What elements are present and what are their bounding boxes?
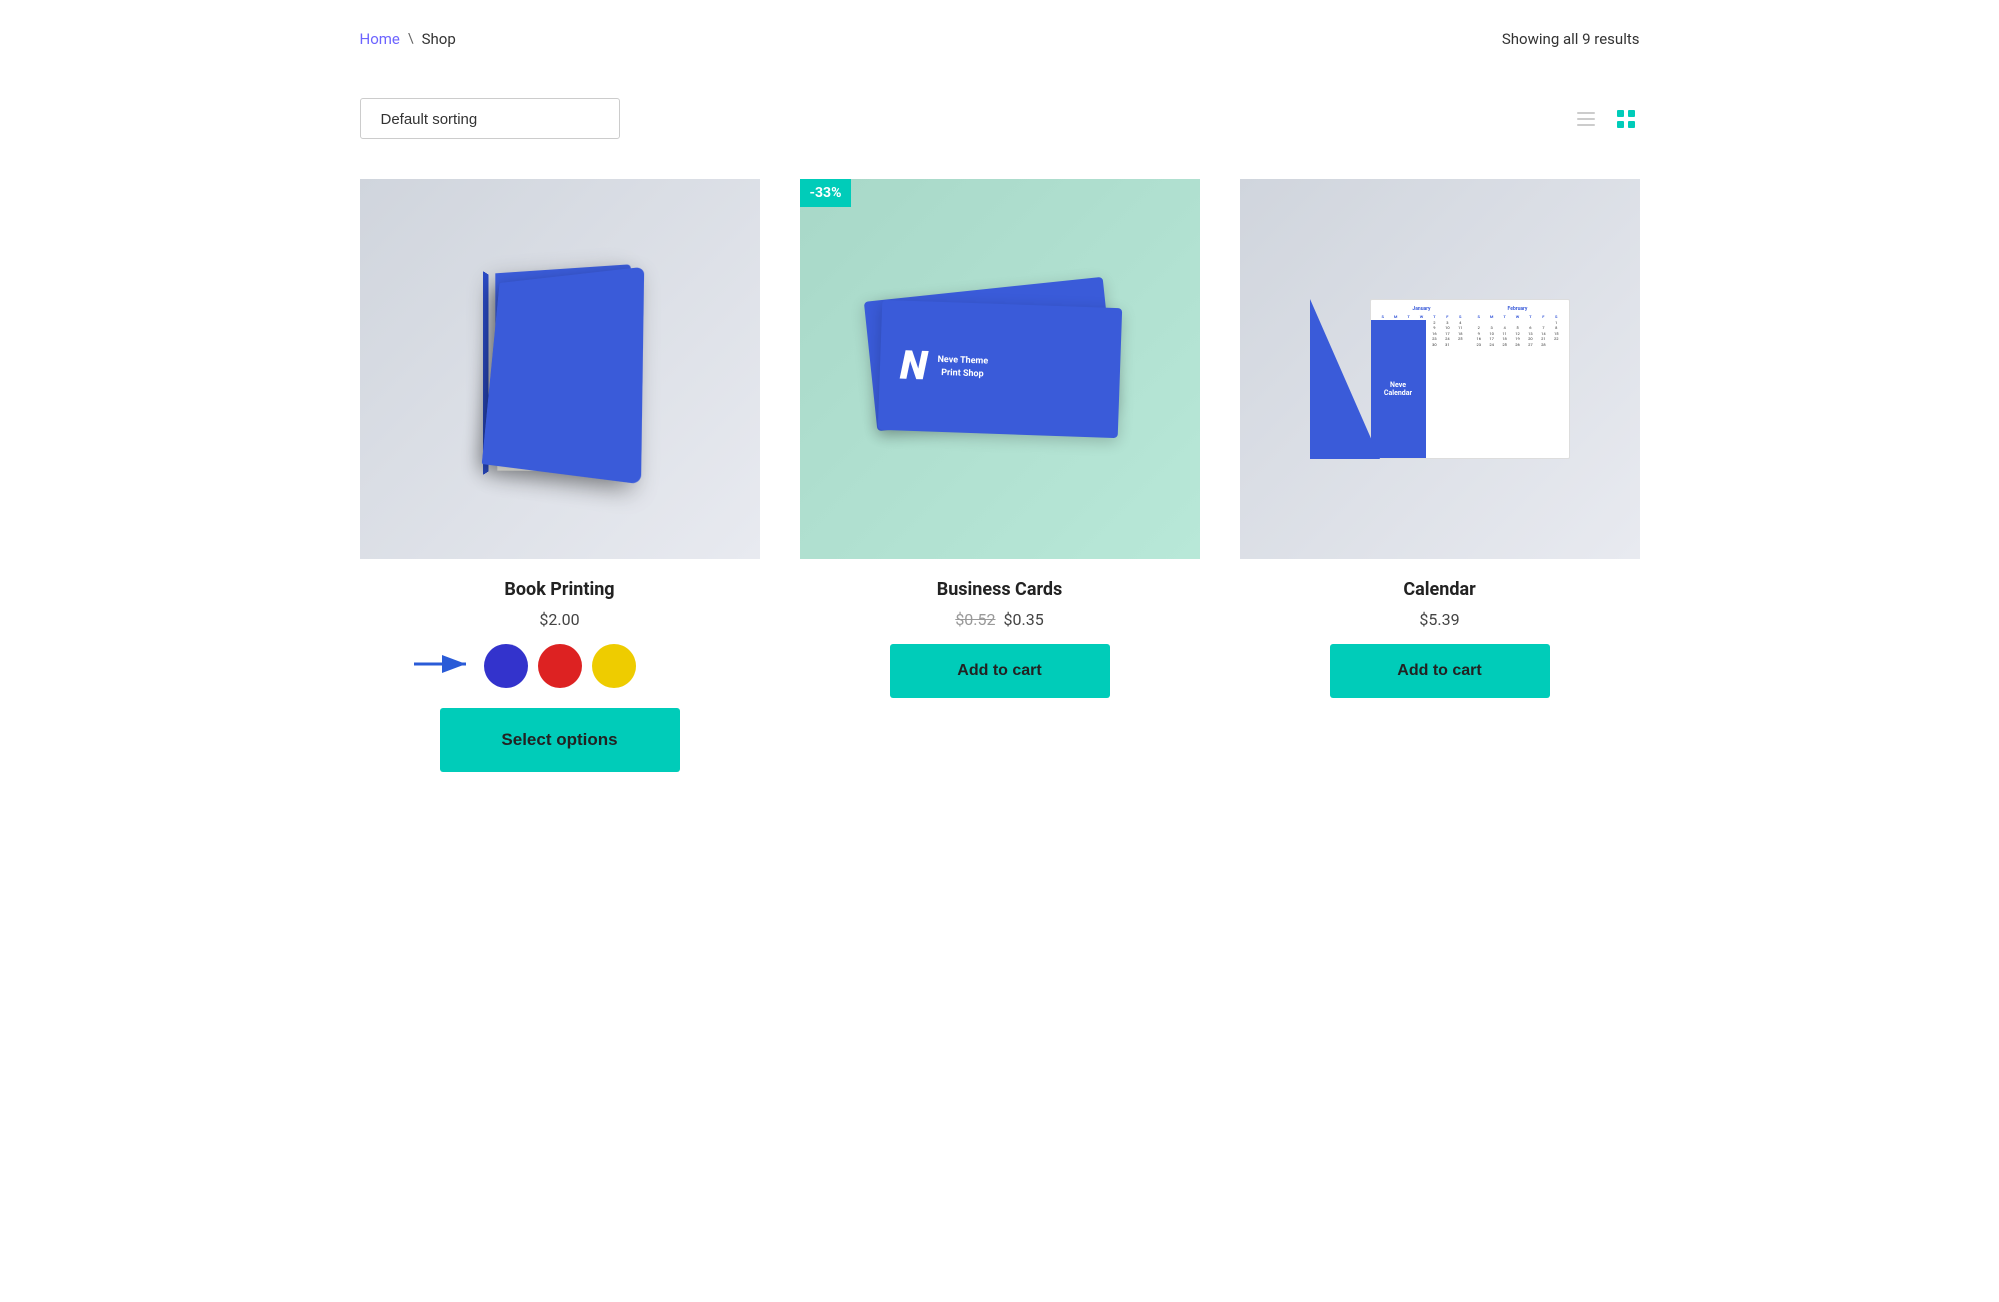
swatch-red[interactable]: [538, 644, 582, 688]
color-swatches-book-printing: [484, 644, 636, 688]
product-card-book-printing: N NevePrint ShopTheme Book Printing $2.0…: [360, 179, 760, 772]
breadcrumb-bar: Home \ Shop Showing all 9 results: [360, 30, 1640, 48]
swatch-yellow[interactable]: [592, 644, 636, 688]
book-logo: N: [550, 326, 568, 359]
price-book-printing: $2.00: [539, 610, 579, 629]
product-image-business-cards[interactable]: -33% N Neve ThemePrint ShopNeve N Neve T…: [800, 179, 1200, 559]
toolbar: Default sorting Sort by popularity Sort …: [360, 98, 1640, 139]
discount-badge-business-cards: -33%: [800, 179, 852, 207]
breadcrumb: Home \ Shop: [360, 30, 456, 48]
product-price-calendar: $5.39: [1419, 610, 1459, 629]
add-to-cart-button-calendar[interactable]: Add to cart: [1330, 644, 1550, 698]
arrow-indicator: [414, 649, 474, 683]
product-price-business-cards: $0.52 $0.35: [955, 610, 1043, 629]
product-price-book-printing: $2.00: [539, 610, 579, 629]
select-options-button-book-printing[interactable]: Select options: [440, 708, 680, 772]
product-name-business-cards: Business Cards: [937, 579, 1063, 600]
breadcrumb-current: Shop: [422, 30, 456, 48]
bcard-text-2: Neve ThemePrint Shop: [936, 353, 988, 382]
breadcrumb-home-link[interactable]: Home: [360, 30, 400, 48]
product-card-calendar: January SMTWTFS 1234 567891011 121314151…: [1240, 179, 1640, 772]
product-image-calendar[interactable]: January SMTWTFS 1234 567891011 121314151…: [1240, 179, 1640, 559]
results-count: Showing all 9 results: [1502, 30, 1640, 48]
sort-select-wrapper[interactable]: Default sorting Sort by popularity Sort …: [360, 98, 620, 139]
products-grid: N NevePrint ShopTheme Book Printing $2.0…: [360, 179, 1640, 772]
product-name-calendar: Calendar: [1403, 579, 1475, 600]
bcard-logo-2: N: [899, 346, 928, 387]
breadcrumb-separator: \: [408, 31, 414, 47]
list-view-icon[interactable]: [1572, 105, 1600, 133]
product-name-book-printing: Book Printing: [504, 579, 614, 600]
product-image-book-printing[interactable]: N NevePrint ShopTheme: [360, 179, 760, 559]
sort-select[interactable]: Default sorting Sort by popularity Sort …: [381, 111, 599, 128]
view-icons: [1572, 105, 1640, 133]
book-title-text: NevePrint ShopTheme: [535, 365, 585, 412]
price-original-business-cards: $0.52: [955, 610, 995, 629]
price-calendar: $5.39: [1419, 610, 1459, 629]
product-card-business-cards: -33% N Neve ThemePrint ShopNeve N Neve T…: [800, 179, 1200, 772]
add-to-cart-button-business-cards[interactable]: Add to cart: [890, 644, 1110, 698]
grid-view-icon[interactable]: [1612, 105, 1640, 133]
price-sale-business-cards: $0.35: [1004, 610, 1044, 629]
swatch-blue[interactable]: [484, 644, 528, 688]
